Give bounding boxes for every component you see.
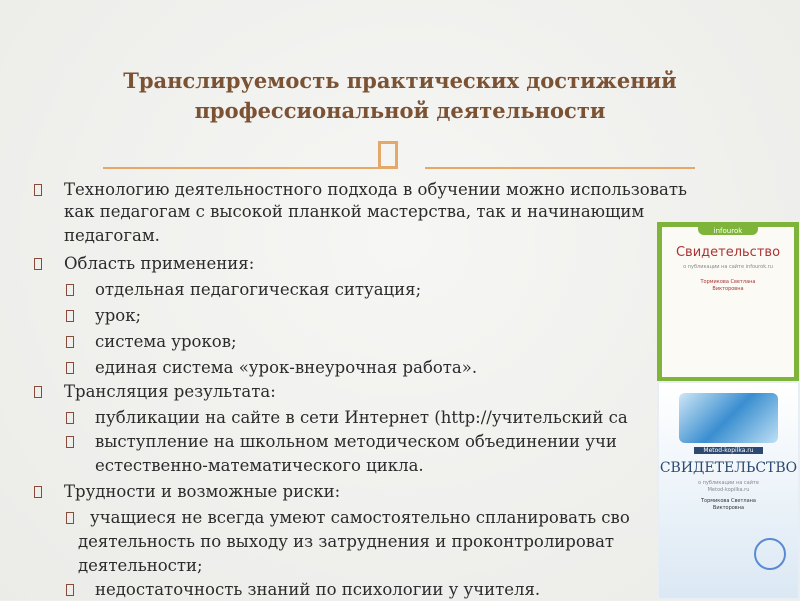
- list-item-text: учащиеся не всегда умеют самостоятельно …: [90, 508, 630, 527]
- cert-logo: infourok: [698, 227, 758, 235]
- list-item-text: отдельная педагогическая ситуация;: [95, 280, 422, 299]
- bullet-icon: [34, 184, 42, 196]
- title-line: профессиональной деятельности: [194, 98, 606, 123]
- list-item-text: урок;: [95, 306, 142, 325]
- cert-subtitle: о публикации на сайте Metod-kopilka.ru: [698, 480, 759, 493]
- slide-title: Транслируемость практических достижений п…: [0, 66, 800, 126]
- list-item-text: выступление на школьном методическом объ…: [95, 432, 617, 451]
- list-item-text: педагогам.: [64, 226, 160, 245]
- bullet-icon: [66, 362, 74, 374]
- list-item-text: Трудности и возможные риски:: [64, 482, 341, 501]
- cert-title: СВИДЕТЕЛЬСТВО: [659, 460, 798, 476]
- bullet-icon: [34, 386, 42, 398]
- bullet-icon: [66, 412, 74, 424]
- list-item-text: система уроков;: [95, 332, 237, 351]
- bullet-icon: [66, 284, 74, 296]
- list-item-text: недостаточность знаний по психологии у у…: [95, 580, 541, 599]
- ornament-icon: [378, 141, 398, 169]
- bullet-icon: [66, 336, 74, 348]
- cert-graphic: [679, 393, 778, 443]
- cert-logo: Metod-kopilka.ru: [694, 447, 763, 454]
- list-item-text: естественно-математического цикла.: [95, 456, 424, 475]
- divider-right: [425, 167, 695, 169]
- bullet-icon: [34, 258, 42, 270]
- bullet-icon: [66, 310, 74, 322]
- cert-title: Свидетельство: [675, 245, 781, 260]
- certificate-metod-kopilka: Metod-kopilka.ru СВИДЕТЕЛЬСТВО о публика…: [657, 381, 800, 600]
- bullet-icon: [66, 436, 74, 448]
- list-item-text: Технологию деятельностного подхода в обу…: [64, 180, 687, 199]
- certificate-infourok: infourok Свидетельство о публикации на с…: [657, 222, 799, 382]
- cert-name: Тормикова Светлана Викторовна: [700, 279, 756, 292]
- cert-name: Тормикова Светлана Викторовна: [700, 498, 756, 511]
- list-item-text: Трансляция результата:: [64, 382, 276, 401]
- list-item-text: единая система «урок-внеурочная работа».: [95, 358, 478, 377]
- list-item-text: деятельность по выходу из затруднения и …: [78, 532, 615, 551]
- bullet-icon: [66, 512, 74, 524]
- title-line: Транслируемость практических достижений: [123, 68, 677, 93]
- divider-left: [103, 167, 378, 169]
- list-item-text: деятельности;: [78, 556, 203, 575]
- bullet-icon: [34, 486, 42, 498]
- bullet-icon: [66, 584, 74, 596]
- list-item-text: Область применения:: [64, 254, 255, 273]
- stamp-icon: [754, 538, 786, 570]
- cert-subtitle: о публикации на сайте infourok.ru: [683, 264, 773, 270]
- list-item-text: как педагогам с высокой планкой мастерст…: [64, 202, 645, 221]
- list-item-text: публикации на сайте в сети Интернет (htt…: [95, 408, 628, 427]
